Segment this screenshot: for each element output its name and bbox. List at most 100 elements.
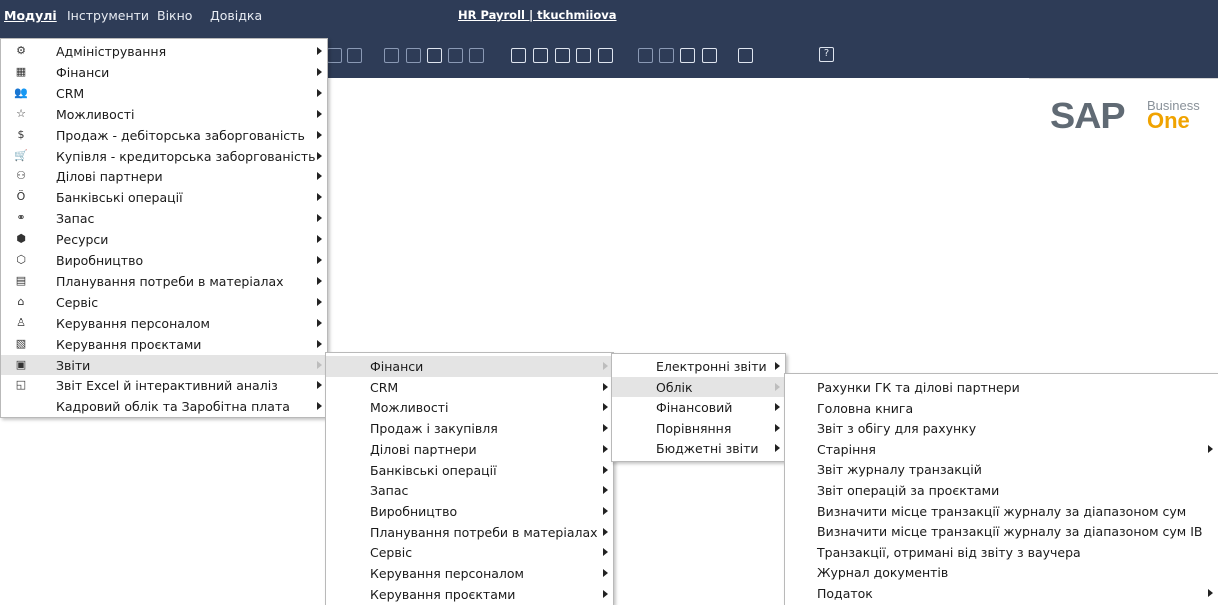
toolbar-icon[interactable] bbox=[702, 48, 717, 63]
toolbar-icon[interactable] bbox=[406, 48, 421, 63]
toolbar-icon[interactable] bbox=[448, 48, 463, 63]
sap-business-one-logo: SAP Business One bbox=[1040, 96, 1218, 136]
reports-menu-item[interactable]: CRM bbox=[326, 377, 613, 398]
accounting-menu-item[interactable]: Головна книга bbox=[785, 398, 1218, 419]
accounting-menu-item[interactable]: Визначити місце транзакції журналу за ді… bbox=[785, 501, 1218, 522]
submenu-arrow-icon bbox=[603, 506, 608, 515]
accounting-menu-item[interactable]: Журнал документів bbox=[785, 562, 1218, 583]
modules-menu-item[interactable]: ▣ Звіти bbox=[1, 354, 327, 375]
accounting-menu-item[interactable]: Визначити місце транзакції журналу за ді… bbox=[785, 521, 1218, 542]
reports-menu-item[interactable]: Продаж і закупівля bbox=[326, 418, 613, 439]
modules-menu-item[interactable]: ⬢ Ресурси bbox=[1, 229, 327, 250]
toolbar-icon[interactable] bbox=[347, 48, 362, 63]
modules-menu-item[interactable]: ◱ Звіт Excel й інтерактивний аналіз bbox=[1, 375, 327, 396]
menu-modules[interactable]: Модулі bbox=[4, 8, 57, 23]
toolbar-icon[interactable] bbox=[659, 48, 674, 63]
modules-menu-item[interactable]: $ Продаж - дебіторська заборгованість bbox=[1, 125, 327, 146]
submenu-arrow-icon bbox=[317, 256, 322, 264]
reports-menu-item-label: Керування персоналом bbox=[370, 566, 524, 581]
toolbar-icon[interactable] bbox=[680, 48, 695, 63]
modules-menu-item[interactable]: ▦ Фінанси bbox=[1, 62, 327, 83]
toolbar-icon[interactable] bbox=[469, 48, 484, 63]
reports-menu-item[interactable]: Планування потреби в матеріалах bbox=[326, 522, 613, 543]
submenu-arrow-icon bbox=[317, 360, 322, 369]
accounting-menu-item-label: Старіння bbox=[817, 441, 876, 457]
reports-menu-item[interactable]: Запас bbox=[326, 480, 613, 501]
submenu-arrow-icon bbox=[1208, 444, 1213, 453]
toolbar-icon[interactable] bbox=[327, 48, 342, 63]
toolbar-icon[interactable] bbox=[427, 48, 442, 63]
modules-menu-item-label: Можливості bbox=[56, 106, 135, 122]
reports-menu-item[interactable]: Керування персоналом bbox=[326, 563, 613, 584]
modules-menu-item[interactable]: ⚇ Ділові партнери bbox=[1, 166, 327, 187]
toolbar-icon[interactable] bbox=[576, 48, 591, 63]
reports-menu-item-label: Фінанси bbox=[370, 359, 424, 374]
modules-menu-item[interactable]: ⚭ Запас bbox=[1, 208, 327, 229]
modules-menu-item[interactable]: ▤ Планування потреби в матеріалах bbox=[1, 271, 327, 292]
modules-menu-item[interactable]: ♙ Керування персоналом bbox=[1, 313, 327, 334]
accounting-menu-item[interactable]: Податок bbox=[785, 583, 1218, 604]
submenu-arrow-icon bbox=[603, 424, 608, 433]
modules-menu-item[interactable]: 🛒 Купівля - кредиторська заборгованість bbox=[1, 146, 327, 167]
crm-icon: 👥 bbox=[14, 85, 28, 99]
accounting-menu-item[interactable]: Звіт операцій за проєктами bbox=[785, 480, 1218, 501]
resources-icon: ⬢ bbox=[16, 232, 26, 246]
submenu-arrow-icon bbox=[317, 109, 322, 118]
reports-menu-item[interactable]: Виробництво bbox=[326, 501, 613, 522]
finance-menu-item[interactable]: Фінансовий bbox=[612, 397, 785, 418]
reports-menu-item-label: Виробництво bbox=[370, 503, 458, 519]
accounting-menu-item[interactable]: Старіння bbox=[785, 439, 1218, 460]
menu-help[interactable]: Довідка bbox=[210, 8, 262, 23]
reports-menu-item-label: Ділові партнери bbox=[370, 441, 477, 457]
accounting-menu-item[interactable]: Транзакції, отримані від звіту з ваучера bbox=[785, 542, 1218, 563]
modules-menu-item[interactable]: ▧ Керування проєктами bbox=[1, 334, 327, 355]
submenu-arrow-icon bbox=[317, 130, 322, 139]
reports-menu-item[interactable]: Керування проєктами bbox=[326, 584, 613, 605]
menu-window[interactable]: Вікно bbox=[157, 8, 192, 23]
reports-menu-item[interactable]: Можливості bbox=[326, 397, 613, 418]
submenu-arrow-icon bbox=[317, 67, 322, 76]
reports-menu-item[interactable]: Банківські операції bbox=[326, 460, 613, 481]
toolbar-icon[interactable] bbox=[738, 48, 753, 63]
accounting-menu-item[interactable]: Звіт журналу транзакцій bbox=[785, 459, 1218, 480]
inventory-icon: ⚭ bbox=[16, 211, 26, 225]
submenu-arrow-icon bbox=[317, 193, 322, 202]
finance-icon: ▦ bbox=[15, 64, 27, 78]
toolbar-icon[interactable] bbox=[555, 48, 570, 63]
modules-menu-item[interactable]: ⬡ Виробництво bbox=[1, 250, 327, 271]
toolbar-icon[interactable] bbox=[598, 48, 613, 63]
menu-tools[interactable]: Інструменти bbox=[67, 8, 149, 23]
excel-report-icon: ◱ bbox=[15, 378, 27, 392]
finance-menu-item[interactable]: Облік bbox=[612, 376, 785, 398]
finance-menu-item[interactable]: Електронні звіти bbox=[612, 356, 785, 377]
toolbar-icon[interactable] bbox=[533, 48, 548, 63]
opportunities-icon: ☆ bbox=[16, 106, 26, 120]
modules-menu-item[interactable]: ⚙ Адміністрування bbox=[1, 41, 327, 62]
submenu-arrow-icon bbox=[317, 151, 322, 160]
accounting-menu-item[interactable]: Рахунки ГК та ділові партнери bbox=[785, 377, 1218, 398]
modules-menu-item[interactable]: 👥 CRM bbox=[1, 83, 327, 104]
submenu-arrow-icon bbox=[317, 402, 322, 411]
accounting-menu-item-label: Транзакції, отримані від звіту з ваучера bbox=[817, 544, 1081, 560]
modules-menu-item[interactable]: Кадровий облік та Заробітна плата bbox=[1, 396, 327, 417]
modules-menu-item[interactable]: ⌂ Сервіс bbox=[1, 292, 327, 313]
modules-menu-item[interactable]: ☆ Можливості bbox=[1, 104, 327, 125]
submenu-arrow-icon bbox=[317, 297, 322, 306]
reports-menu-item[interactable]: Сервіс bbox=[326, 542, 613, 563]
reports-menu-item[interactable]: Ділові партнери bbox=[326, 439, 613, 460]
finance-menu-item[interactable]: Порівняння bbox=[612, 418, 785, 439]
sales-icon: $ bbox=[17, 127, 25, 141]
finance-menu-item[interactable]: Бюджетні звіти bbox=[612, 438, 785, 459]
toolbar-icon[interactable] bbox=[638, 48, 653, 63]
submenu-arrow-icon bbox=[603, 486, 608, 495]
submenu-arrow-icon bbox=[317, 47, 322, 55]
toolbar-icon[interactable] bbox=[384, 48, 399, 63]
help-icon[interactable]: ? bbox=[819, 47, 834, 62]
reports-menu-item[interactable]: Фінанси bbox=[326, 356, 613, 377]
toolbar-icon[interactable] bbox=[511, 48, 526, 63]
finance-reports-submenu: Електронні звіти Облік Фінансовий Порівнянн… bbox=[611, 353, 786, 462]
submenu-arrow-icon bbox=[775, 444, 780, 453]
modules-menu-item-label: Фінанси bbox=[56, 64, 110, 80]
accounting-menu-item[interactable]: Звіт з обігу для рахунку bbox=[785, 418, 1218, 439]
modules-menu-item[interactable]: Ӧ Банківські операції bbox=[1, 187, 327, 208]
